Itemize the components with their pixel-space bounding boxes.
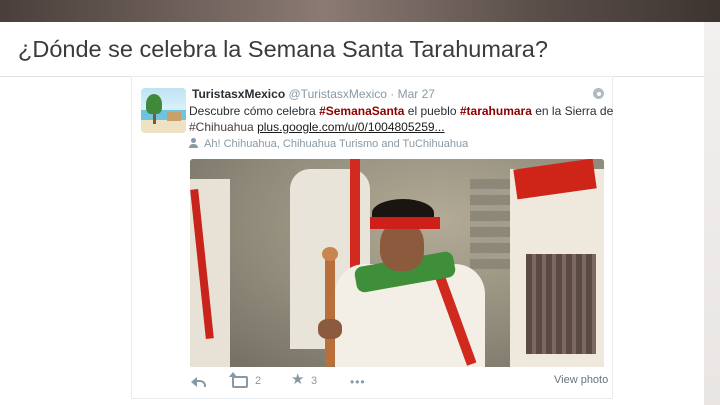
more-icon[interactable]: ••• xyxy=(350,375,366,389)
avatar[interactable] xyxy=(141,88,186,133)
person-icon xyxy=(189,138,198,148)
avatar-hut xyxy=(167,112,181,121)
photo-boy-headband xyxy=(370,217,440,229)
gear-icon[interactable] xyxy=(593,88,604,99)
tweet-text-segment: el pueblo xyxy=(404,104,460,118)
photo-staff xyxy=(325,254,335,367)
tweet-header: TuristasxMexico @TuristasxMexico · Mar 2… xyxy=(192,87,602,103)
display-name[interactable]: TuristasxMexico xyxy=(192,87,285,101)
hashtag-chihuahua[interactable]: #Chihuahua xyxy=(189,120,254,134)
photo-right-skirt xyxy=(526,254,596,354)
slide-top-bar xyxy=(0,0,720,22)
photo-boy-hand xyxy=(318,319,342,339)
tweet-text-line-1: Descubre cómo celebra #SemanaSanta el pu… xyxy=(189,103,613,119)
tweet-link[interactable]: plus.google.com/u/0/1004805259... xyxy=(257,120,444,134)
tweet-text-line-2: #Chihuahua plus.google.com/u/0/100480525… xyxy=(189,119,609,135)
tweet-card[interactable]: TuristasxMexico @TuristasxMexico · Mar 2… xyxy=(131,76,613,399)
retweeted-by-text[interactable]: Ah! Chihuahua, Chihuahua Turismo and TuC… xyxy=(204,138,468,150)
header-separator: · xyxy=(390,87,395,101)
hashtag-semana-santa[interactable]: #SemanaSanta xyxy=(319,104,404,118)
tweet-text: Descubre cómo celebra #SemanaSanta el pu… xyxy=(189,103,613,135)
retweet-icon[interactable] xyxy=(229,372,248,388)
user-handle[interactable]: @TuristasxMexico xyxy=(289,87,387,101)
star-icon[interactable]: ★ xyxy=(291,372,304,388)
slide-title: ¿Dónde se celebra la Semana Santa Tarahu… xyxy=(18,36,548,62)
avatar-sand xyxy=(141,120,186,133)
favorite-count: 3 xyxy=(311,375,318,387)
retweeted-by: Ah! Chihuahua, Chihuahua Turismo and TuC… xyxy=(189,138,599,152)
avatar-palm xyxy=(146,94,162,114)
reply-icon[interactable] xyxy=(191,377,206,387)
hashtag-tarahumara[interactable]: #tarahumara xyxy=(460,104,532,118)
slide-right-strip xyxy=(704,22,720,405)
tweet-text-segment: en la Sierra de xyxy=(531,104,614,118)
view-photo-link[interactable]: View photo xyxy=(554,374,608,386)
tweet-photo[interactable] xyxy=(190,159,604,367)
tweet-date[interactable]: Mar 27 xyxy=(398,87,435,101)
retweet-count: 2 xyxy=(255,375,262,387)
tweet-text-segment: Descubre cómo celebra xyxy=(189,104,320,118)
tweet-actions: 2 ★ 3 ••• View photo xyxy=(190,372,608,393)
photo-back-sash xyxy=(350,159,360,269)
photo-staff-top xyxy=(322,247,338,261)
